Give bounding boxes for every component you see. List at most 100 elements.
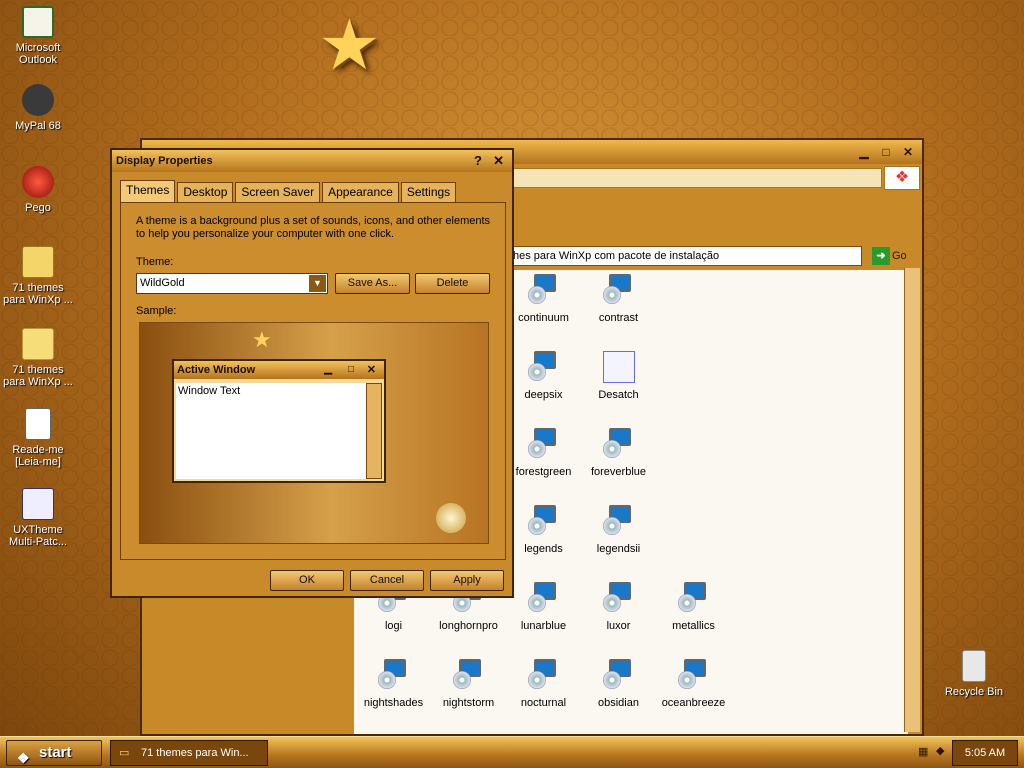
preview-star-logo: ★ (252, 327, 272, 352)
keyboard-icon[interactable]: ▦ (918, 745, 928, 758)
desktop-icon-label: UXTheme Multi-Patc... (8, 524, 68, 548)
outlook-icon (22, 6, 54, 38)
file-item[interactable]: metallics (656, 582, 731, 632)
file-item[interactable]: contrast (581, 274, 656, 324)
installer-icon (452, 659, 485, 691)
system-clock[interactable]: 5:05 AM (952, 740, 1018, 766)
desktop-icon-themes-zip[interactable]: 71 themes para WinXp ... (0, 246, 76, 306)
theme-select[interactable]: WildGold ▼ (136, 273, 328, 294)
preview-scrollbar (366, 383, 382, 479)
file-label: metallics (672, 620, 715, 632)
installer-icon (377, 659, 410, 691)
go-button[interactable]: ➜ Go (868, 246, 914, 266)
chevron-down-icon[interactable]: ▼ (309, 275, 326, 292)
help-icon[interactable]: ? (474, 150, 482, 172)
ok-button[interactable]: OK (270, 570, 344, 591)
active-window-preview: Active Window ✕ □ ▁ Window Text (172, 359, 386, 483)
file-label: longhornpro (439, 620, 498, 632)
explorer-toolbar (508, 168, 882, 188)
file-item[interactable]: legends (506, 505, 581, 555)
start-button[interactable]: ❖ start (6, 740, 102, 766)
address-bar[interactable]: hes para WinXp com pacote de instalação (508, 246, 862, 266)
tab-screen-saver[interactable]: Screen Saver (235, 182, 321, 202)
file-label: nocturnal (520, 697, 567, 709)
windows-logo-icon: ❖ (884, 166, 920, 190)
file-item[interactable]: obsidian (581, 659, 656, 709)
installer-icon (527, 274, 560, 306)
delete-button[interactable]: Delete (415, 273, 490, 294)
zip-folder-icon (22, 246, 54, 278)
file-item[interactable]: nocturnal (506, 659, 581, 709)
file-item[interactable]: continuum (506, 274, 581, 324)
windows-flag-icon: ❖ (17, 750, 30, 766)
file-item[interactable]: foreverblue (581, 428, 656, 478)
minimize-icon: ▁ (324, 364, 332, 375)
file-label: lunarblue (520, 620, 567, 632)
desktop-icon-themes-folder[interactable]: 71 themes para WinXp ... (0, 328, 76, 388)
file-label: obsidian (598, 697, 639, 709)
file-item[interactable]: legendsii (581, 505, 656, 555)
desktop-icon-mypal[interactable]: MyPal 68 (0, 84, 76, 132)
tab-strip: Themes Desktop Screen Saver Appearance S… (120, 180, 457, 202)
file-item (656, 351, 731, 401)
display-properties-dialog: Display Properties ? ✕ Themes Desktop Sc… (110, 148, 514, 598)
file-label: foreverblue (590, 466, 647, 478)
desktop-icon-label: Reade-me [Leia-me] (12, 444, 64, 468)
file-label: oceanbreeze (661, 697, 726, 709)
setup-icon (22, 488, 54, 520)
installer-icon (527, 351, 560, 383)
text-file-icon (25, 408, 51, 440)
file-item (656, 505, 731, 555)
close-icon[interactable]: ✕ (900, 145, 916, 159)
mypal-icon (22, 84, 54, 116)
cancel-button[interactable]: Cancel (350, 570, 424, 591)
save-as-button[interactable]: Save As... (335, 273, 410, 294)
installer-icon (602, 274, 635, 306)
file-item[interactable]: Desatch (581, 351, 656, 401)
file-label: continuum (518, 312, 569, 324)
tab-settings[interactable]: Settings (400, 182, 457, 202)
taskbar-item-explorer[interactable]: ▭ 71 themes para Win... (110, 740, 268, 766)
installer-icon (602, 582, 635, 614)
close-icon[interactable]: ✕ (493, 150, 504, 172)
desktop-icon-label: Microsoft Outlook (15, 42, 61, 66)
file-label: contrast (598, 312, 639, 324)
desktop-icon-uxtheme[interactable]: UXTheme Multi-Patc... (0, 488, 76, 548)
desktop-icon-readme[interactable]: Reade-me [Leia-me] (0, 408, 76, 468)
theme-description: A theme is a background plus a set of so… (136, 215, 491, 240)
file-label: nightstorm (442, 697, 495, 709)
themes-panel: A theme is a background plus a set of so… (120, 202, 506, 560)
desktop-icon-recycle-bin[interactable]: Recycle Bin (936, 650, 1012, 698)
installer-icon (527, 505, 560, 537)
minimize-icon[interactable]: ▁ (856, 145, 872, 159)
window-text: Window Text (176, 383, 366, 479)
taskbar: ❖ start ▭ 71 themes para Win... ▦ ◆ 5:05… (0, 736, 1024, 768)
tab-desktop[interactable]: Desktop (177, 182, 234, 202)
go-arrow-icon: ➜ (872, 247, 890, 265)
tab-themes[interactable]: Themes (120, 180, 176, 202)
file-item[interactable]: lunarblue (506, 582, 581, 632)
wallpaper-star-logo: ★ (318, 4, 381, 86)
network-icon[interactable]: ◆ (936, 744, 944, 757)
file-item (656, 428, 731, 478)
desktop-icon-pego[interactable]: Pego (0, 166, 76, 214)
maximize-icon[interactable]: □ (878, 145, 894, 159)
file-item[interactable]: nightshades (356, 659, 431, 709)
dialog-title: Display Properties (116, 155, 213, 167)
file-item (656, 274, 731, 324)
folder-icon (22, 328, 54, 360)
file-label: deepsix (524, 389, 563, 401)
file-item[interactable]: forestgreen (506, 428, 581, 478)
installer-icon (602, 428, 635, 460)
file-item[interactable]: nightstorm (431, 659, 506, 709)
explorer-scrollbar[interactable] (904, 268, 920, 732)
desktop-icon-outlook[interactable]: Microsoft Outlook (0, 6, 76, 66)
recycle-bin-icon (436, 503, 466, 533)
file-label: legends (524, 543, 563, 555)
file-item[interactable]: deepsix (506, 351, 581, 401)
file-item[interactable]: oceanbreeze (656, 659, 731, 709)
file-item[interactable]: luxor (581, 582, 656, 632)
apply-button[interactable]: Apply (430, 570, 504, 591)
desktop-icon-label: 71 themes para WinXp ... (3, 282, 73, 306)
tab-appearance[interactable]: Appearance (322, 182, 399, 202)
